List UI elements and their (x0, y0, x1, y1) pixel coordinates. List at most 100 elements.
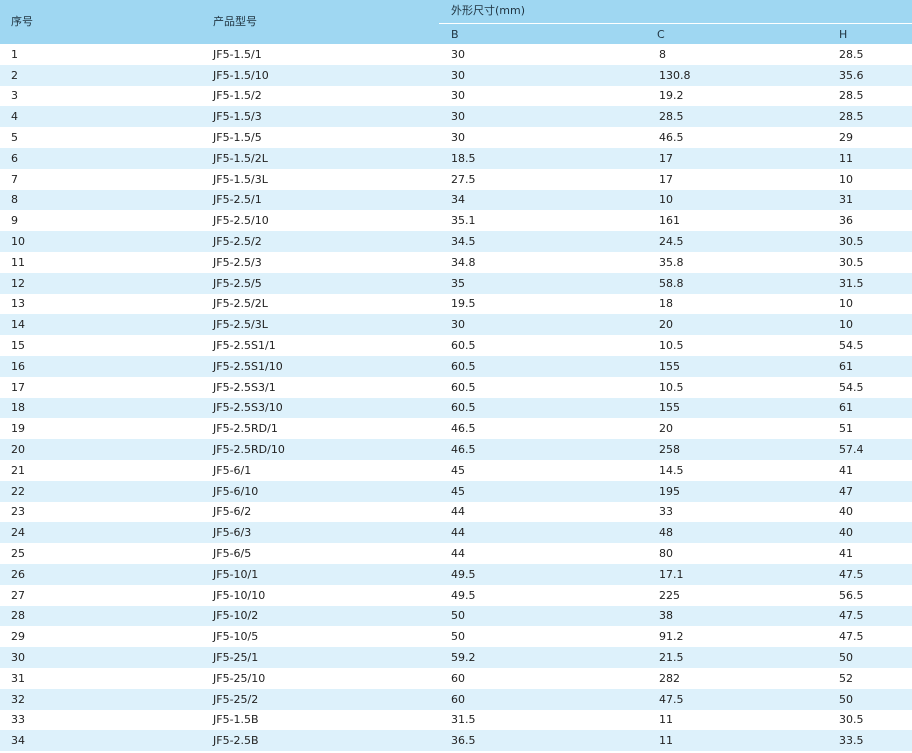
table-header: 序号 产品型号 外形尺寸(mm) B C H (0, 0, 912, 44)
row-h-cell: 57.4 (827, 439, 912, 460)
row-b-cell: 34.8 (451, 255, 476, 269)
row-model-cell: JF5-25/2 (201, 688, 439, 710)
row-h-cell: 54.5 (839, 339, 864, 353)
row-model-cell: JF5-1.5B (213, 713, 259, 727)
row-b-cell: 50 (451, 630, 465, 644)
row-b-cell: 34.5 (439, 231, 645, 252)
table-row: 24 JF5-6/3 44 48 40 (0, 522, 912, 544)
row-model-cell: JF5-2.5S1/1 (213, 339, 276, 353)
table-row: 20 JF5-2.5RD/10 46.5 258 57.4 (0, 439, 912, 460)
row-b-cell: 60 (439, 688, 645, 710)
row-b-cell: 30 (439, 314, 645, 336)
row-model-cell: JF5-25/1 (201, 647, 439, 668)
row-c-cell: 155 (645, 355, 827, 377)
row-h-cell: 47.5 (827, 605, 912, 627)
row-b-cell: 18.5 (439, 147, 645, 169)
row-h-cell: 61 (827, 355, 912, 377)
row-h-cell: 41 (839, 463, 853, 477)
row-h-cell: 31 (827, 189, 912, 211)
table-row: 16 JF5-2.5S1/10 60.5 155 61 (0, 355, 912, 377)
row-index-cell: 30 (0, 647, 201, 668)
row-c-cell: 10.5 (659, 339, 684, 353)
row-h-cell: 30.5 (839, 713, 864, 727)
row-model-cell: JF5-1.5/1 (213, 47, 262, 61)
row-b-cell: 35 (439, 272, 645, 294)
row-c-cell: 10.5 (659, 380, 684, 394)
table-row: 14 JF5-2.5/3L 30 20 10 (0, 314, 912, 336)
row-c-cell: 195 (645, 480, 827, 502)
row-c-cell: 17 (659, 172, 673, 186)
row-h-cell: 30.5 (827, 231, 912, 252)
row-b-cell: 49.5 (451, 588, 476, 602)
row-c-cell: 91.2 (659, 630, 684, 644)
row-model-cell: JF5-10/10 (213, 588, 266, 602)
row-index-cell: 34 (0, 730, 201, 752)
row-model-cell: JF5-1.5/10 (201, 64, 439, 86)
row-b-cell: 30 (439, 64, 645, 86)
row-model-cell: JF5-1.5/3L (213, 172, 268, 186)
row-c-cell: 17.1 (645, 563, 827, 585)
header-b: B (439, 23, 645, 44)
row-index-cell: 20 (0, 439, 201, 460)
table-row: 29 JF5-10/5 50 91.2 47.5 (0, 626, 912, 647)
row-index-cell: 18 (0, 397, 201, 419)
row-model-cell: JF5-6/5 (213, 547, 252, 561)
row-c-cell: 20 (645, 314, 827, 336)
row-h-cell: 28.5 (839, 89, 864, 103)
table-row: 10 JF5-2.5/2 34.5 24.5 30.5 (0, 231, 912, 252)
row-index-cell: 33 (11, 713, 25, 727)
table-row: 2 JF5-1.5/10 30 130.8 35.6 (0, 64, 912, 86)
table-row: 22 JF5-6/10 45 195 47 (0, 480, 912, 502)
row-h-cell: 10 (839, 172, 853, 186)
row-h-cell: 54.5 (839, 380, 864, 394)
row-model-cell: JF5-6/10 (201, 480, 439, 502)
row-b-cell: 36.5 (439, 730, 645, 752)
row-b-cell: 60.5 (439, 355, 645, 377)
table-row: 15 JF5-2.5S1/1 60.5 10.5 54.5 (0, 335, 912, 356)
row-c-cell: 282 (659, 671, 680, 685)
row-index-cell: 1 (11, 47, 18, 61)
row-index-cell: 32 (0, 688, 201, 710)
table-row: 34 JF5-2.5B 36.5 11 33.5 (0, 730, 912, 752)
row-b-cell: 44 (439, 522, 645, 544)
table-row: 23 JF5-6/2 44 33 40 (0, 502, 912, 523)
row-index-cell: 19 (11, 422, 25, 436)
row-c-cell: 130.8 (645, 64, 827, 86)
row-index-cell: 4 (0, 106, 201, 128)
row-index-cell: 16 (0, 355, 201, 377)
row-h-cell: 40 (827, 522, 912, 544)
row-c-cell: 33 (659, 505, 673, 519)
row-model-cell: JF5-2.5RD/10 (201, 439, 439, 460)
header-c: C (645, 23, 827, 44)
row-h-cell: 47.5 (827, 563, 912, 585)
row-h-cell: 10 (827, 314, 912, 336)
row-b-cell: 45 (451, 463, 465, 477)
row-c-cell: 20 (659, 422, 673, 436)
table-row: 4 JF5-1.5/3 30 28.5 28.5 (0, 106, 912, 128)
header-h: H (827, 23, 912, 44)
row-model-cell: JF5-2.5S3/1 (213, 380, 276, 394)
row-b-cell: 46.5 (439, 439, 645, 460)
row-index-cell: 14 (0, 314, 201, 336)
row-model-cell: JF5-10/1 (201, 563, 439, 585)
row-c-cell: 18 (659, 297, 673, 311)
table-row: 30 JF5-25/1 59.2 21.5 50 (0, 647, 912, 668)
row-c-cell: 225 (659, 588, 680, 602)
row-c-cell: 48 (645, 522, 827, 544)
table-row: 25 JF5-6/5 44 80 41 (0, 543, 912, 564)
row-h-cell: 47 (827, 480, 912, 502)
row-c-cell: 38 (645, 605, 827, 627)
table-row: 33 JF5-1.5B 31.5 11 30.5 (0, 710, 912, 731)
row-h-cell: 47.5 (839, 630, 864, 644)
row-b-cell: 19.5 (451, 297, 476, 311)
row-b-cell: 30 (439, 106, 645, 128)
row-b-cell: 30 (451, 47, 465, 61)
row-b-cell: 44 (451, 505, 465, 519)
table-row: 12 JF5-2.5/5 35 58.8 31.5 (0, 272, 912, 294)
row-index-cell: 13 (11, 297, 25, 311)
row-index-cell: 7 (11, 172, 18, 186)
row-b-cell: 50 (439, 605, 645, 627)
row-h-cell: 35.6 (827, 64, 912, 86)
dimensions-table: 序号 产品型号 外形尺寸(mm) B C H 1 JF5-1.5/1 30 8 28.5… (0, 0, 912, 752)
row-b-cell: 46.5 (451, 422, 476, 436)
